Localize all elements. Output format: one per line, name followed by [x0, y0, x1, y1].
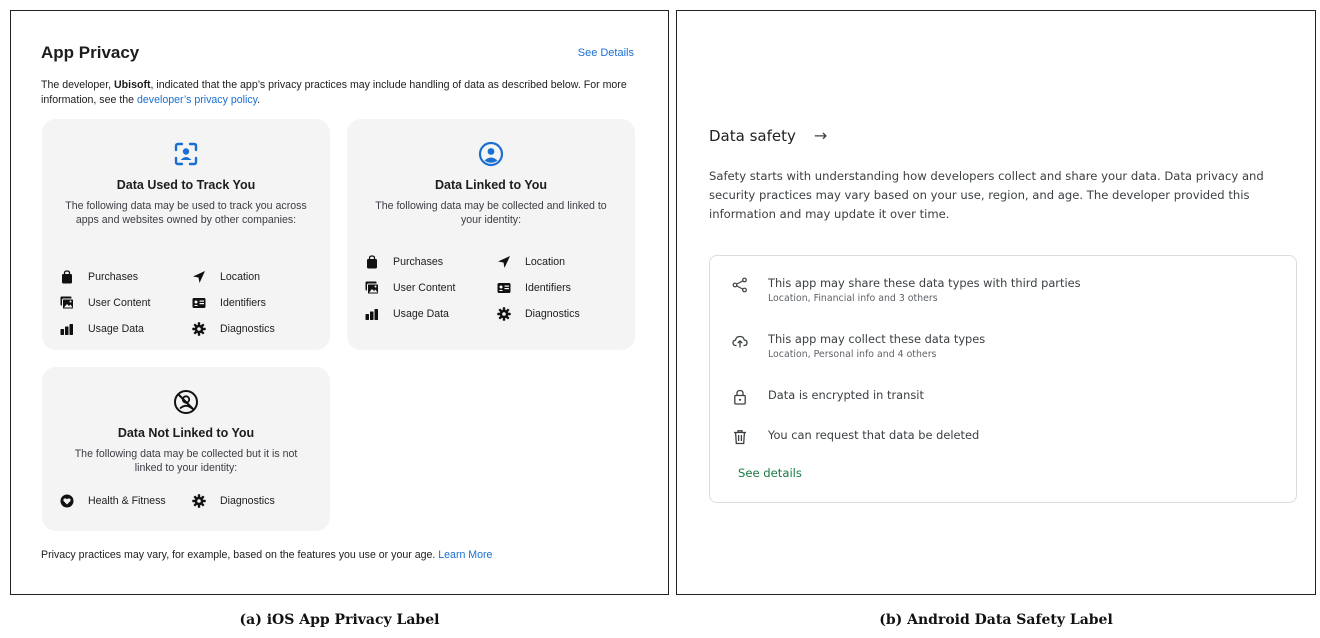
data-type-item: Health & Fitness: [60, 494, 166, 508]
data-type-item: User Content: [60, 296, 150, 310]
data-type-label: User Content: [88, 297, 151, 309]
row-subtitle: Location, Personal info and 4 others: [768, 349, 937, 360]
learn-more-link[interactable]: Learn More: [438, 549, 492, 561]
data-type-item: Identifiers: [192, 296, 266, 310]
row-title: Data is encrypted in transit: [768, 388, 924, 402]
trash-icon: [734, 430, 746, 445]
data-type-item: Identifiers: [497, 281, 571, 295]
data-type-label: Location: [525, 256, 566, 268]
desc-prefix: The developer,: [41, 79, 115, 91]
privacy-footer: Privacy practices may vary, for example,…: [41, 549, 492, 561]
data-type-item: Usage Data: [60, 322, 144, 336]
data-safety-heading[interactable]: Data safety →: [709, 126, 827, 145]
gear-icon: [192, 322, 206, 336]
heart-icon: [60, 494, 74, 508]
data-type-label: Purchases: [393, 256, 444, 268]
data-type-item: Purchases: [365, 255, 443, 269]
person-circle-icon: [478, 141, 504, 167]
data-type-item: Diagnostics: [497, 307, 580, 321]
data-safety-row: Data is encrypted in transit: [732, 388, 924, 405]
data-type-item: Usage Data: [365, 307, 449, 321]
location-arrow-icon: [193, 271, 205, 283]
ios-app-privacy-panel: App Privacy See Details The developer, U…: [10, 10, 669, 595]
data-type-label: Usage Data: [393, 308, 449, 320]
row-title: This app may collect these data types: [768, 332, 986, 346]
lock-icon: [734, 389, 746, 405]
bag-icon: [62, 270, 72, 284]
data-safety-row: This app may share these data types with…: [732, 276, 1081, 304]
share-icon: [732, 277, 747, 293]
data-safety-description: Safety starts with understanding how dev…: [709, 169, 1264, 221]
data-linked-to-you-card: Data Linked to You The following data ma…: [347, 119, 635, 350]
row-title: This app may share these data types with…: [768, 276, 1081, 290]
data-type-item: Location: [192, 270, 260, 284]
data-type-item: Diagnostics: [192, 322, 275, 336]
location-arrow-icon: [498, 256, 510, 268]
desc-suffix: .: [257, 94, 261, 106]
privacy-policy-link[interactable]: developer’s privacy policy: [137, 94, 257, 106]
data-type-label: Health & Fitness: [88, 495, 166, 507]
data-type-item: Diagnostics: [192, 494, 275, 508]
card-description: The following data may be collected and …: [375, 200, 607, 226]
caption-a: (a) iOS App Privacy Label: [239, 612, 440, 628]
gear-icon: [192, 494, 206, 508]
card-title: Data Linked to You: [434, 178, 548, 192]
person-slash-icon: [174, 390, 198, 414]
data-type-label: Diagnostics: [220, 323, 275, 335]
footer-text: Privacy practices may vary, for example,…: [41, 549, 439, 561]
data-type-label: Usage Data: [88, 323, 144, 335]
data-type-label: Purchases: [88, 271, 139, 283]
data-type-label: Identifiers: [220, 297, 266, 309]
data-type-label: Identifiers: [525, 282, 571, 294]
android-data-safety-panel: Data safety → Safety starts with underst…: [676, 10, 1316, 595]
card-description: The following data may be collected but …: [74, 448, 298, 474]
data-safety-summary-box: This app may share these data types with…: [709, 255, 1297, 503]
data-type-item: Purchases: [60, 270, 138, 284]
data-type-item: Location: [497, 255, 565, 269]
app-privacy-title: App Privacy: [41, 43, 140, 62]
data-type-label: Location: [220, 271, 261, 283]
card-title: Data Not Linked to You: [117, 426, 255, 440]
developer-name: Ubisoft: [114, 79, 151, 91]
row-subtitle: Location, Financial info and 3 others: [768, 293, 938, 304]
see-details-link[interactable]: See details: [738, 466, 802, 480]
bar-chart-icon: [365, 309, 378, 320]
id-card-icon: [497, 283, 511, 293]
id-card-icon: [192, 298, 206, 308]
bag-icon: [367, 255, 377, 269]
track-face-icon: [174, 142, 198, 166]
app-privacy-description: The developer, Ubisoft, indicated that t…: [41, 78, 631, 108]
data-safety-row: This app may collect these data types Lo…: [732, 332, 985, 360]
see-details-link[interactable]: See Details: [578, 47, 634, 59]
arrow-right-icon[interactable]: →: [814, 126, 827, 145]
photo-icon: [365, 281, 379, 295]
bar-chart-icon: [60, 324, 73, 335]
data-type-label: Diagnostics: [220, 495, 275, 507]
data-safety-title: Data safety: [709, 126, 796, 145]
data-type-label: Diagnostics: [525, 308, 580, 320]
caption-b: (b) Android Data Safety Label: [879, 612, 1113, 628]
gear-icon: [497, 307, 511, 321]
data-not-linked-to-you-card: Data Not Linked to You The following dat…: [42, 367, 330, 531]
card-description: The following data may be used to track …: [65, 200, 307, 226]
data-used-to-track-card: Data Used to Track You The following dat…: [42, 119, 330, 350]
card-title: Data Used to Track You: [116, 178, 256, 192]
row-title: You can request that data be deleted: [768, 428, 980, 442]
data-type-item: User Content: [365, 281, 455, 295]
data-safety-row: You can request that data be deleted: [732, 428, 979, 445]
cloud-upload-icon: [732, 335, 748, 348]
photo-icon: [60, 296, 74, 310]
data-type-label: User Content: [393, 282, 456, 294]
